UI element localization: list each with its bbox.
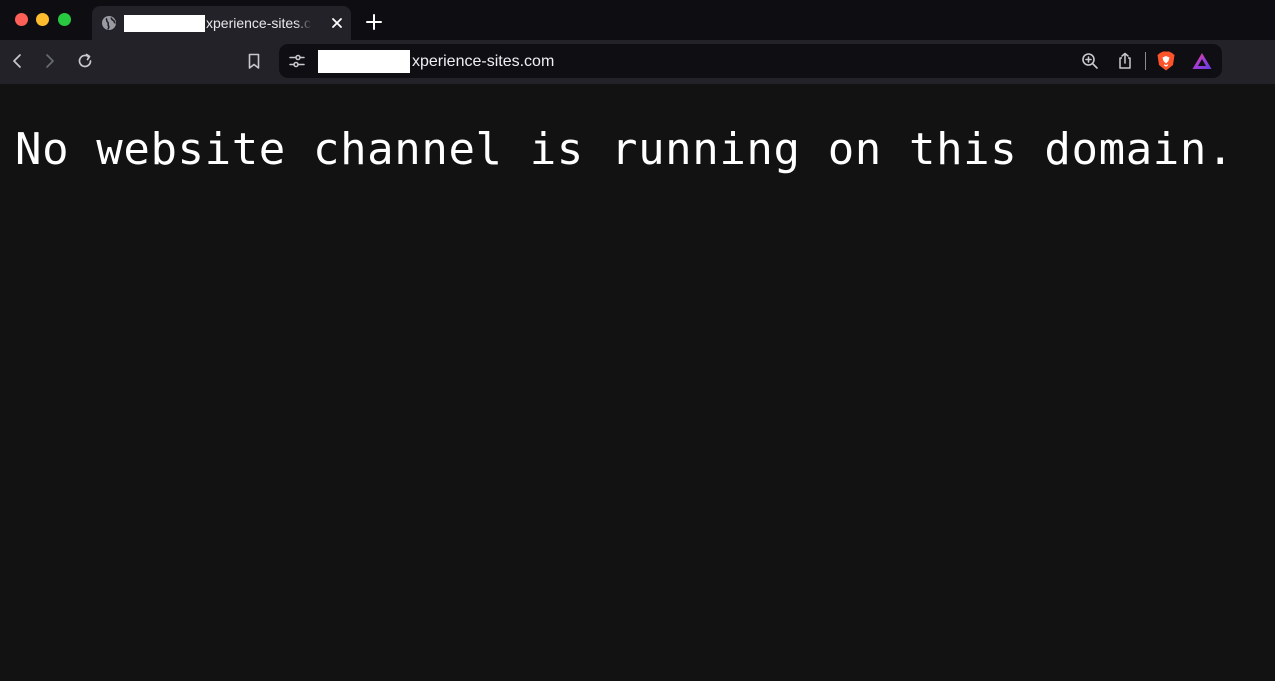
close-tab-icon[interactable]: [329, 15, 345, 31]
url-text[interactable]: xperience-sites.com: [412, 52, 554, 71]
bookmark-icon[interactable]: [244, 51, 264, 71]
share-icon[interactable]: [1115, 51, 1135, 71]
active-tab[interactable]: xperience-sites.com: [92, 6, 351, 40]
zoom-icon[interactable]: [1080, 51, 1100, 71]
new-tab-icon[interactable]: [365, 13, 383, 31]
toolbar: xperience-sites.com: [0, 40, 1275, 84]
window-zoom-button[interactable]: [58, 13, 71, 26]
toolbar-separator: [1145, 52, 1146, 70]
forward-icon[interactable]: [40, 51, 60, 71]
window-close-button[interactable]: [15, 13, 28, 26]
page-message: No website channel is running on this do…: [15, 124, 1235, 175]
brave-shields-icon[interactable]: [1156, 50, 1176, 72]
brave-rewards-icon[interactable]: [1192, 52, 1212, 70]
tab-strip: xperience-sites.com: [0, 0, 1275, 40]
reload-icon[interactable]: [75, 51, 95, 71]
tab-title: xperience-sites.com: [206, 15, 312, 31]
redacted-block: [124, 15, 205, 32]
page-content: No website channel is running on this do…: [0, 84, 1275, 681]
globe-icon: [102, 16, 116, 30]
window-minimize-button[interactable]: [36, 13, 49, 26]
back-icon[interactable]: [7, 51, 27, 71]
redacted-block: [318, 50, 410, 73]
address-bar[interactable]: xperience-sites.com: [279, 44, 1222, 78]
site-settings-icon[interactable]: [288, 52, 306, 70]
